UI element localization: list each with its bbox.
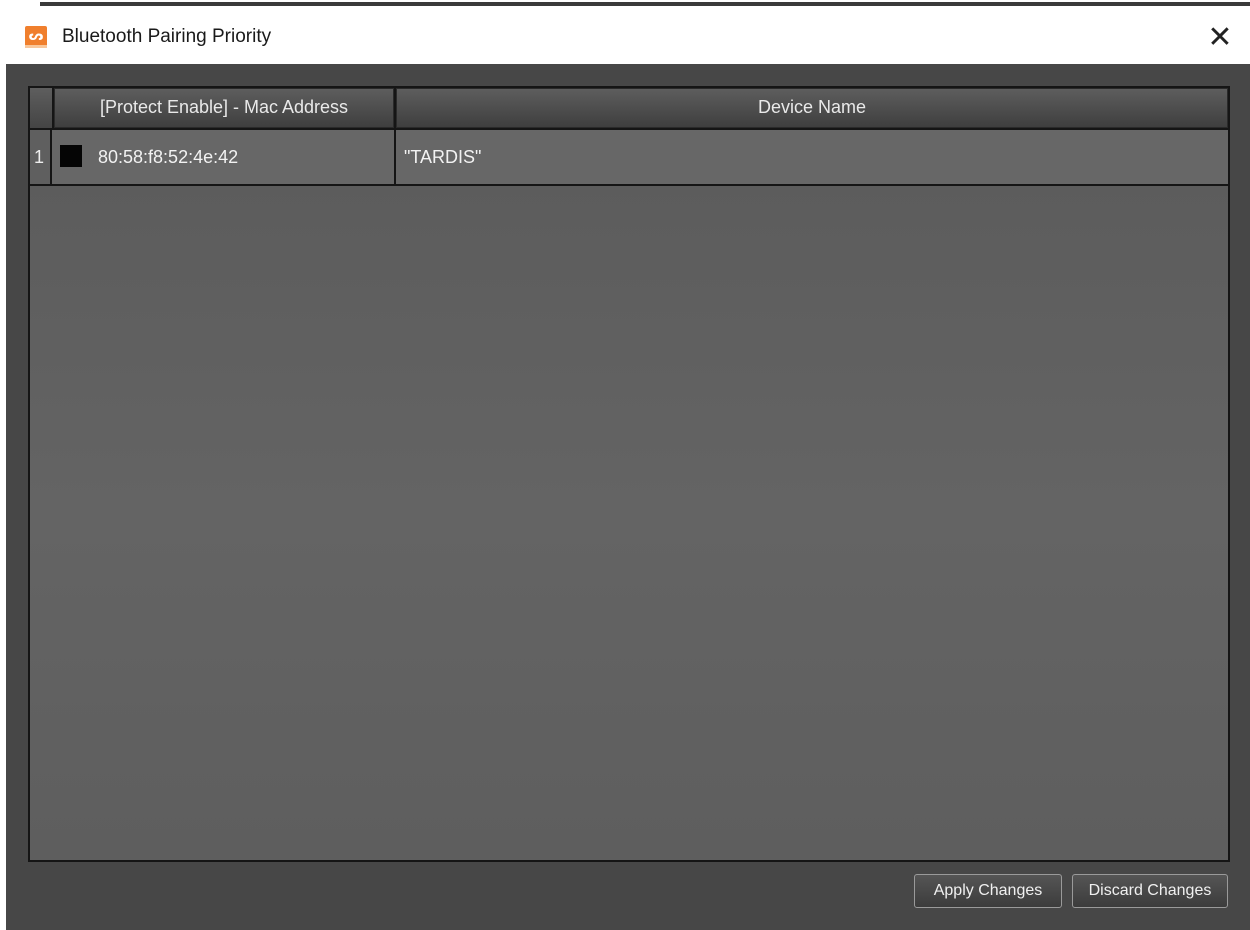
row-index[interactable]: 1: [30, 130, 52, 184]
title-bar: ᔕ Bluetooth Pairing Priority ✕: [0, 6, 1250, 64]
discard-changes-button[interactable]: Discard Changes: [1072, 874, 1228, 908]
protect-enable-checkbox[interactable]: [60, 145, 82, 167]
close-icon: ✕: [1207, 20, 1233, 55]
column-header-mac-address[interactable]: [Protect Enable] - Mac Address: [54, 88, 396, 128]
close-button[interactable]: ✕: [1200, 18, 1240, 58]
table-row[interactable]: 1 80:58:f8:52:4e:42 "TARDIS": [30, 130, 1228, 186]
window-title: Bluetooth Pairing Priority: [62, 26, 272, 47]
device-name-cell[interactable]: "TARDIS": [396, 130, 1228, 184]
mac-address-text: 80:58:f8:52:4e:42: [98, 147, 239, 167]
app-icon-glyph: ᔕ: [28, 28, 44, 43]
table-corner[interactable]: [30, 88, 54, 128]
column-header-device-name[interactable]: Device Name: [396, 88, 1228, 128]
dialog-body: [Protect Enable] - Mac Address Device Na…: [6, 64, 1250, 930]
apply-changes-button[interactable]: Apply Changes: [914, 874, 1062, 908]
table-header: [Protect Enable] - Mac Address Device Na…: [30, 88, 1228, 130]
app-icon: ᔕ: [25, 26, 47, 48]
device-table: [Protect Enable] - Mac Address Device Na…: [28, 86, 1230, 862]
mac-address-cell[interactable]: 80:58:f8:52:4e:42: [54, 130, 396, 184]
